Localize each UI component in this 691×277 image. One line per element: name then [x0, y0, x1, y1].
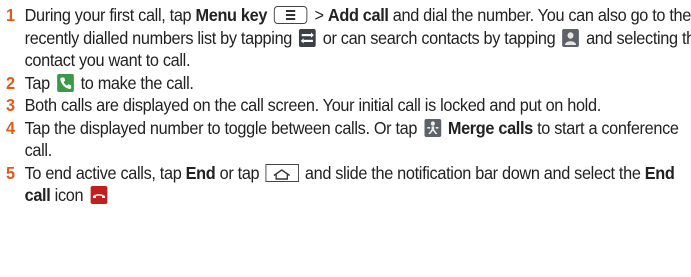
step-text: To end active calls, tap [24, 162, 186, 183]
call-log-icon [299, 28, 316, 47]
step-number: 1 [6, 5, 15, 25]
step-number: 5 [6, 162, 15, 183]
end-call-icon [90, 186, 107, 204]
step-text: Tap the displayed number to toggle betwe… [24, 117, 422, 138]
add-call-label: Add call [327, 5, 389, 25]
instruction-steps: 1 During your first call, tap Menu key >… [6, 4, 691, 207]
step-text: and slide the notification bar down and … [300, 162, 645, 183]
call-icon [56, 73, 74, 92]
step-text: Both calls are displayed on the call scr… [24, 95, 602, 115]
home-key-icon [265, 163, 299, 182]
contacts-icon [562, 28, 580, 47]
step-1: 1 During your first call, tap Menu key >… [6, 4, 691, 72]
step-text: icon [50, 185, 88, 205]
step-text: or tap [215, 162, 264, 183]
end-label: End [185, 162, 216, 183]
step-4: 4 Tap the displayed number to toggle bet… [6, 117, 691, 162]
step-5: 5 To end active calls, tap End or tap an… [6, 162, 691, 207]
menu-key-label: Menu key [195, 5, 268, 25]
step-text: or can search contacts by tapping [318, 27, 560, 48]
step-text: to make the call. [76, 72, 194, 93]
step-number: 4 [6, 117, 15, 138]
step-3: 3 Both calls are displayed on the call s… [6, 94, 691, 117]
step-text: During your first call, tap [24, 5, 196, 25]
merge-calls-label: Merge calls [447, 117, 533, 138]
menu-key-icon [274, 6, 308, 24]
step-text: Tap [24, 72, 55, 93]
step-number: 3 [6, 95, 15, 115]
merge-calls-icon [424, 118, 441, 137]
step-text: > [310, 5, 328, 25]
step-2: 2 Tap to make the call. [6, 72, 691, 95]
step-number: 2 [6, 72, 15, 93]
